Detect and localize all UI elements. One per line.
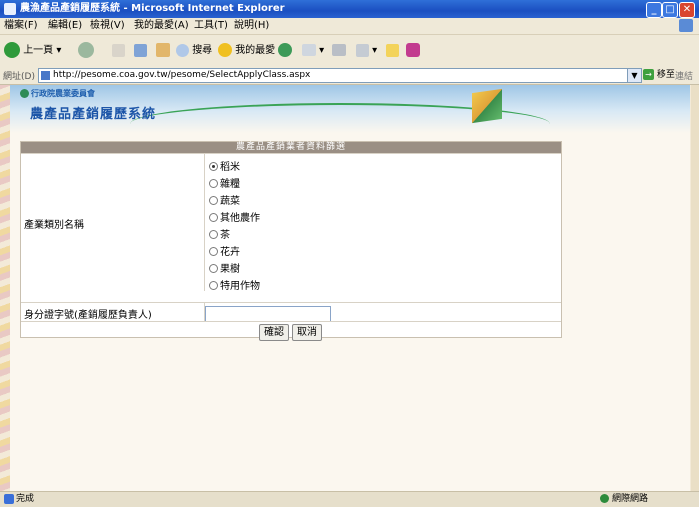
forward-button[interactable] [78,42,94,60]
globe-icon [600,494,609,503]
go-button[interactable]: → 移至 [643,68,675,82]
home-icon [156,43,170,57]
id-number-input[interactable] [205,306,331,322]
radio-selected-icon [209,161,218,171]
category-row: 產業類別名稱 稻米 雜糧 蔬菜 其他農作 茶 花卉 果樹 特用作物 [21,153,561,292]
radio-option-grains[interactable]: 雜糧 [209,175,240,190]
security-zone: 網際網路 [600,493,648,506]
radio-option-other-crops[interactable]: 其他農作 [209,209,260,224]
folder-icon [386,43,399,57]
forward-arrow-icon [78,42,94,58]
menu-help[interactable]: 說明(H) [234,19,269,33]
form-header: 農產品產銷業者資料篩選 [21,142,561,153]
radio-icon [209,280,218,290]
toolbar: 上一頁 ▾ 搜尋 我的最愛 ▾ ▾ [0,35,699,68]
button-row: 確認 取消 [21,321,561,341]
status-bar: 完成 網際網路 [0,491,699,507]
home-button[interactable] [156,42,170,60]
address-label: 網址(D) [3,72,35,82]
status-done: 完成 [4,493,34,506]
menu-bar: 檔案(F) 編輯(E) 檢視(V) 我的最愛(A) 工具(T) 說明(H) [0,18,699,35]
search-button[interactable]: 搜尋 [176,42,212,60]
id-row: 身分證字號(產銷履歷負責人) [21,302,561,322]
address-bar: 網址(D) http://pesome.coa.gov.tw/pesome/Se… [0,67,699,85]
id-label: 身分證字號(產銷履歷負責人) [24,310,152,321]
page-content: 行政院農業委員會 農產品產銷履歷系統 農產品產銷業者資料篩選 產業類別名稱 稻米… [10,85,690,491]
discuss-button[interactable] [386,42,399,60]
back-button[interactable]: 上一頁 ▾ [4,42,61,60]
category-label-cell: 產業類別名稱 [21,154,205,291]
star-icon [218,43,232,57]
traceability-cube-icon [472,88,502,124]
radio-icon [209,195,218,205]
stop-icon [112,43,125,57]
favorites-button[interactable]: 我的最愛 [218,42,275,60]
coa-logo-icon [20,89,29,98]
maximize-button[interactable]: □ [662,2,678,18]
messenger-icon [406,43,420,57]
page-icon [41,71,50,80]
org-logo: 行政院農業委員會 [20,88,95,99]
edit-icon [356,43,369,57]
go-arrow-icon: → [643,69,654,80]
ie-app-icon [4,3,16,15]
print-button[interactable] [332,42,346,60]
radio-icon [209,212,218,222]
address-dropdown-button[interactable]: ▼ [627,68,642,83]
system-title: 農產品產銷履歷系統 [30,107,157,122]
category-label: 產業類別名稱 [24,220,84,231]
window-title: 農漁產品產銷履歷系統 - Microsoft Internet Explorer [20,3,285,14]
menu-tools[interactable]: 工具(T) [194,19,228,33]
menu-favorites[interactable]: 我的最愛(A) [134,19,189,33]
id-label-cell: 身分證字號(產銷履歷負責人) [21,303,205,322]
radio-option-tea[interactable]: 茶 [209,226,230,241]
messenger-button[interactable] [406,42,420,60]
radio-icon [209,263,218,273]
radio-option-rice[interactable]: 稻米 [209,158,240,173]
radio-option-fruit-trees[interactable]: 果樹 [209,260,240,275]
ie-page-icon [4,493,14,504]
windows-flag-icon [679,19,693,32]
cancel-button[interactable]: 取消 [292,324,322,341]
menu-edit[interactable]: 編輯(E) [48,19,82,33]
window-title-bar[interactable]: 農漁產品產銷履歷系統 - Microsoft Internet Explorer… [0,0,699,18]
refresh-button[interactable] [134,42,147,60]
radio-icon [209,178,218,188]
history-button[interactable] [278,42,292,60]
radio-icon [209,246,218,256]
address-url: http://pesome.coa.gov.tw/pesome/SelectAp… [53,70,311,80]
site-banner: 行政院農業委員會 農產品產銷履歷系統 [10,85,690,133]
radio-option-flowers[interactable]: 花卉 [209,243,240,258]
history-icon [278,43,292,57]
address-input[interactable]: http://pesome.coa.gov.tw/pesome/SelectAp… [38,68,628,83]
links-button[interactable]: 連結 [675,69,693,82]
close-button[interactable]: ✕ [679,2,695,18]
radio-icon [209,229,218,239]
filter-form-panel: 農產品產銷業者資料篩選 產業類別名稱 稻米 雜糧 蔬菜 其他農作 茶 花卉 果樹… [20,141,562,341]
radio-option-vegetables[interactable]: 蔬菜 [209,192,240,207]
stop-button[interactable] [112,42,125,60]
mail-button[interactable]: ▾ [302,42,324,60]
edit-button[interactable]: ▾ [356,42,377,60]
refresh-icon [134,43,147,57]
menu-view[interactable]: 檢視(V) [90,19,125,33]
mail-icon [302,44,316,56]
search-icon [176,43,189,57]
confirm-button[interactable]: 確認 [259,324,289,341]
menu-file[interactable]: 檔案(F) [4,19,38,33]
print-icon [332,44,346,56]
back-arrow-icon [4,42,20,58]
radio-option-special-crops[interactable]: 特用作物 [209,277,260,292]
minimize-button[interactable]: _ [646,2,662,18]
